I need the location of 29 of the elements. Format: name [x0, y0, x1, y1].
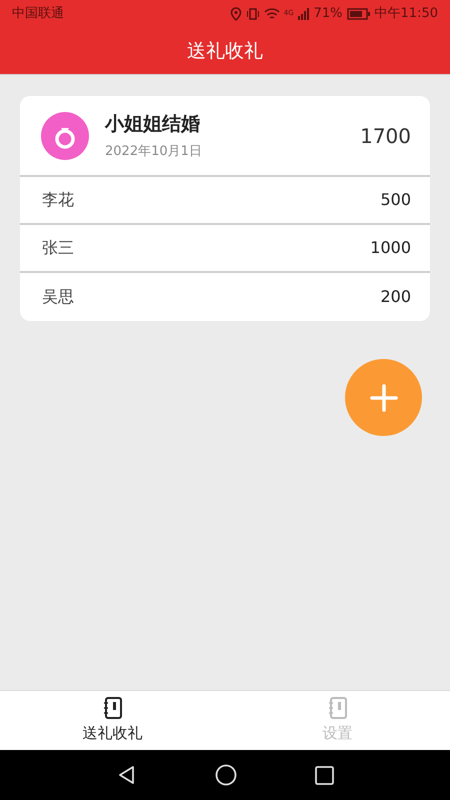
- plus-icon: [370, 384, 398, 412]
- guest-name: 吴思: [42, 286, 74, 308]
- recents-icon[interactable]: [314, 766, 334, 784]
- event-total: 1700: [360, 122, 411, 150]
- event-date: 2022年10月1日: [105, 142, 203, 160]
- vibrate-icon: [246, 7, 260, 21]
- clock-time: 中午11:50: [374, 5, 438, 24]
- guest-name: 李花: [42, 189, 74, 211]
- ring-icon: [41, 112, 89, 160]
- gift-row[interactable]: 吴思 200: [20, 273, 430, 321]
- page-title: 送礼收礼: [187, 38, 263, 64]
- back-icon[interactable]: [116, 765, 136, 785]
- gift-amount: 500: [380, 189, 411, 211]
- gift-amount: 1000: [370, 237, 411, 259]
- home-icon[interactable]: [214, 764, 236, 786]
- battery-icon: [346, 8, 371, 20]
- signal-icon: [298, 8, 310, 20]
- event-name: 小姐姐结婚: [105, 112, 201, 137]
- carrier-name: 中国联通: [12, 5, 64, 24]
- gift-amount: 200: [380, 286, 411, 308]
- battery-percent: 71%: [314, 5, 343, 24]
- nav-tab[interactable]: 送礼收礼: [0, 691, 225, 750]
- wifi-icon: [264, 7, 280, 21]
- gift-row[interactable]: 李花 500: [20, 177, 430, 225]
- location-icon: [230, 7, 242, 21]
- guest-name: 张三: [42, 237, 74, 259]
- notebook-icon: [102, 696, 122, 719]
- gift-row[interactable]: 张三 1000: [20, 225, 430, 273]
- notebook-icon: [328, 696, 348, 719]
